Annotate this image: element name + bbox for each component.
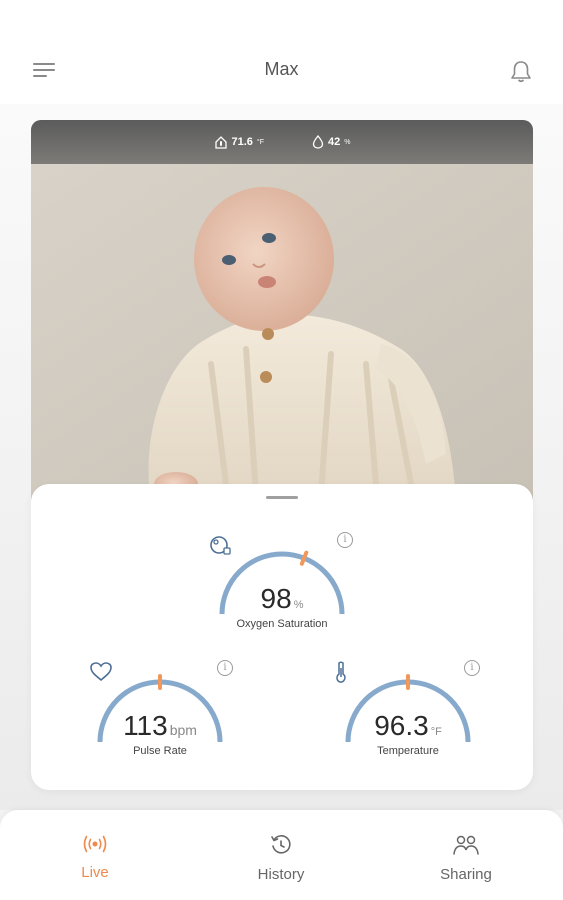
- room-temperature-unit: °F: [256, 138, 264, 146]
- nav-sharing-label: Sharing: [440, 866, 492, 883]
- nav-sharing[interactable]: Sharing: [411, 834, 521, 883]
- room-temperature-value: 71.6: [231, 136, 253, 148]
- nav-history-label: History: [257, 866, 305, 883]
- oxygen-gauge: 98% Oxygen Saturation: [212, 544, 352, 640]
- room-humidity-value: 42: [328, 136, 341, 148]
- pulse-gauge: 113 bpm Pulse Rate: [90, 672, 230, 768]
- home-thermometer-icon: [214, 136, 227, 149]
- vitals-panel: i 98% Oxygen Saturation i 113 bpm Pulse R…: [31, 484, 533, 790]
- live-broadcast-icon: [83, 835, 107, 853]
- pulse-label: Pulse Rate: [133, 745, 187, 757]
- page-title: Max: [264, 59, 299, 79]
- bell-icon[interactable]: [508, 59, 534, 85]
- temperature-value: 96.3 °F: [374, 710, 442, 741]
- oxygen-label: Oxygen Saturation: [236, 618, 328, 630]
- bottom-navigation: Live History Sharing: [0, 810, 563, 900]
- pulse-value: 113 bpm: [123, 710, 197, 741]
- history-icon: [271, 835, 291, 854]
- temperature-gauge: 96.3 °F Temperature: [338, 672, 478, 768]
- nav-live[interactable]: Live: [40, 834, 150, 881]
- nav-history[interactable]: History: [226, 834, 336, 883]
- room-humidity: 42%: [312, 135, 350, 149]
- oxygen-marker: [299, 550, 309, 566]
- camera-feed[interactable]: 71.6 °F 42%: [31, 120, 533, 500]
- temperature-label: Temperature: [377, 745, 439, 757]
- room-humidity-unit: %: [344, 138, 351, 146]
- sharing-icon: [453, 835, 479, 855]
- baby-camera-image: [31, 164, 533, 500]
- humidity-drop-icon: [312, 135, 324, 149]
- camera-environment-bar: 71.6 °F 42%: [31, 120, 533, 164]
- drag-handle[interactable]: [266, 496, 298, 499]
- room-temperature: 71.6 °F: [214, 135, 264, 149]
- top-bar: Max: [0, 0, 563, 104]
- nav-live-label: Live: [81, 864, 109, 881]
- oxygen-value: 98%: [260, 583, 304, 614]
